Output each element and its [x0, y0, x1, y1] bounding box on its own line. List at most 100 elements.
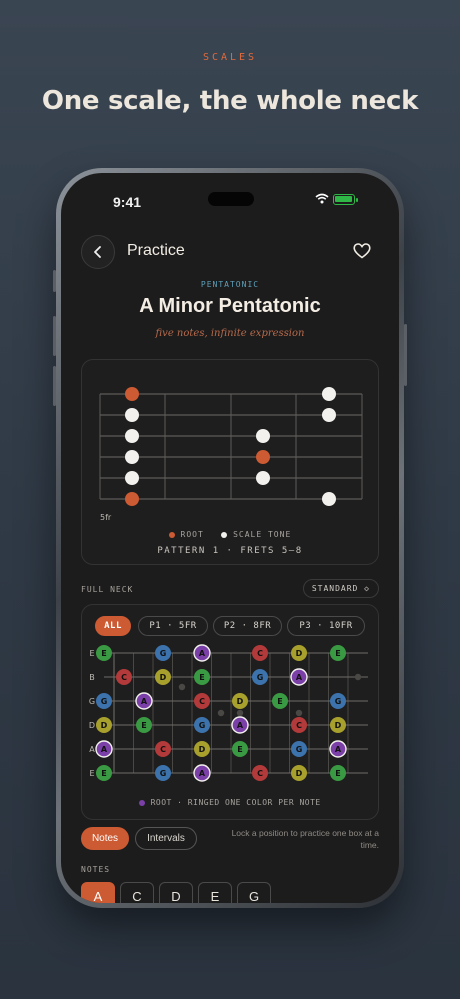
notes-toggle[interactable]: Notes [81, 827, 129, 850]
string-name-label: B [89, 673, 95, 682]
inlay-marker [354, 673, 362, 681]
note-button-e[interactable]: E [198, 882, 232, 903]
note-dot-label: A [199, 769, 206, 778]
root-dot [125, 387, 139, 401]
note-dot-label: G [160, 649, 167, 658]
pattern-card: 5fr ROOT SCALE TONE PATTERN 1 · FRETS 5–… [81, 359, 379, 565]
legend-tone-label: SCALE TONE [233, 530, 292, 539]
phone-frame: 9:41 Practice PENTATONIC A Minor Pentato… [53, 168, 407, 908]
nav-title: Practice [127, 242, 185, 259]
scale-subtitle: five notes, infinite expression [155, 328, 305, 339]
note-dot-label: D [199, 745, 206, 754]
string-name-label: D [89, 721, 95, 730]
note-dot-label: E [101, 769, 106, 778]
note-dot-label: E [199, 673, 204, 682]
root-dot [125, 492, 139, 506]
chevron-left-icon [94, 246, 101, 258]
note-dot-label: C [160, 745, 166, 754]
chip-p2[interactable]: P2 · 8FR [213, 616, 282, 636]
note-dot-label: A [141, 697, 148, 706]
tone-legend-dot [221, 531, 228, 538]
scale-tone-dot [322, 387, 336, 401]
note-button-g[interactable]: G [237, 882, 271, 903]
chip-p3[interactable]: P3 · 10FR [287, 616, 365, 636]
scale-tone-dot [322, 408, 336, 422]
inlay-marker [217, 709, 225, 717]
note-dot-label: A [335, 745, 342, 754]
note-dot-label: G [296, 745, 303, 754]
nav-bar: Practice [61, 235, 399, 271]
note-dot-label: G [160, 769, 167, 778]
wifi-icon [315, 193, 329, 204]
chip-p1[interactable]: P1 · 5FR [138, 616, 208, 636]
inlay-marker [236, 709, 244, 717]
scale-tone-dot [256, 429, 270, 443]
note-dot-label: G [257, 673, 264, 682]
note-button-d[interactable]: D [159, 882, 193, 903]
full-neck-fretboard: EBGDAEE G A C D EC D E G AG A C D E GD E G A C DA C D E G AE G A C D… [89, 644, 368, 782]
status-bar: 9:41 [61, 191, 399, 213]
marketing-headline: One scale, the whole neck [41, 86, 419, 116]
phone-side-button [53, 316, 56, 356]
neck-legend: ROOT · RINGED ONE COLOR PER NOTE [82, 798, 378, 807]
notes-label: NOTES [81, 865, 111, 874]
heart-icon[interactable] [353, 243, 371, 259]
scale-tone-dot [125, 471, 139, 485]
note-dot-label: C [257, 769, 263, 778]
battery-icon [333, 194, 358, 205]
note-dot-label: G [101, 697, 108, 706]
note-button-a[interactable]: A [81, 882, 115, 903]
intervals-toggle[interactable]: Intervals [135, 827, 197, 850]
full-neck-label: FULL NECK [81, 585, 134, 594]
pattern-label: PATTERN 1 · FRETS 5–8 [157, 546, 303, 556]
full-neck-card: ALL P1 · 5FR P2 · 8FR P3 · 10FR EBGDAEEG… [81, 604, 379, 820]
note-dot-label: E [335, 649, 340, 658]
note-dot-label: A [296, 673, 303, 682]
note-dot-label: D [101, 721, 108, 730]
scale-tone-dot [322, 492, 336, 506]
scale-title: A Minor Pentatonic [139, 295, 321, 317]
back-button[interactable] [81, 235, 115, 269]
box-legend: ROOT SCALE TONE [82, 530, 378, 539]
note-dot-label: D [160, 673, 167, 682]
scale-tone-dot [125, 408, 139, 422]
scale-tone-dot [125, 450, 139, 464]
scale-tone-dot [256, 471, 270, 485]
phone-side-button [404, 324, 407, 386]
note-dot-label: G [199, 721, 206, 730]
note-dot-label: D [237, 697, 244, 706]
tuning-select[interactable]: STANDARD ◇ [302, 579, 379, 598]
note-dot-label: D [296, 649, 303, 658]
note-dot-label: D [335, 721, 342, 730]
status-time: 9:41 [113, 194, 142, 210]
note-dot-label: E [237, 745, 242, 754]
note-dot-label: A [199, 649, 206, 658]
dynamic-island [208, 192, 254, 206]
inlay-marker [178, 683, 186, 691]
legend-root-label: ROOT [180, 530, 204, 539]
chip-all[interactable]: ALL [95, 616, 131, 636]
note-dot-label: G [335, 697, 342, 706]
eyebrow-label: SCALES [202, 52, 258, 63]
note-dot-label: A [237, 721, 244, 730]
inlay-marker [295, 709, 303, 717]
string-name-label: E [89, 769, 94, 778]
note-dot-label: C [121, 673, 127, 682]
note-dot-label: E [277, 697, 282, 706]
phone-side-button [53, 270, 56, 292]
string-name-label: A [89, 745, 95, 754]
scale-tone-dot [125, 429, 139, 443]
note-dot-label: E [335, 769, 340, 778]
note-dot-label: E [141, 721, 146, 730]
root-ring-legend-dot [139, 799, 146, 806]
root-legend-dot [168, 531, 175, 538]
note-dot-label: C [296, 721, 302, 730]
root-dot [256, 450, 270, 464]
note-dot-label: A [101, 745, 108, 754]
box-fretboard [99, 387, 363, 506]
fret-position-label: 5fr [100, 513, 112, 522]
note-dot-label: C [199, 697, 205, 706]
scale-category: PENTATONIC [200, 280, 260, 289]
note-button-c[interactable]: C [120, 882, 154, 903]
note-dot-label: D [296, 769, 303, 778]
